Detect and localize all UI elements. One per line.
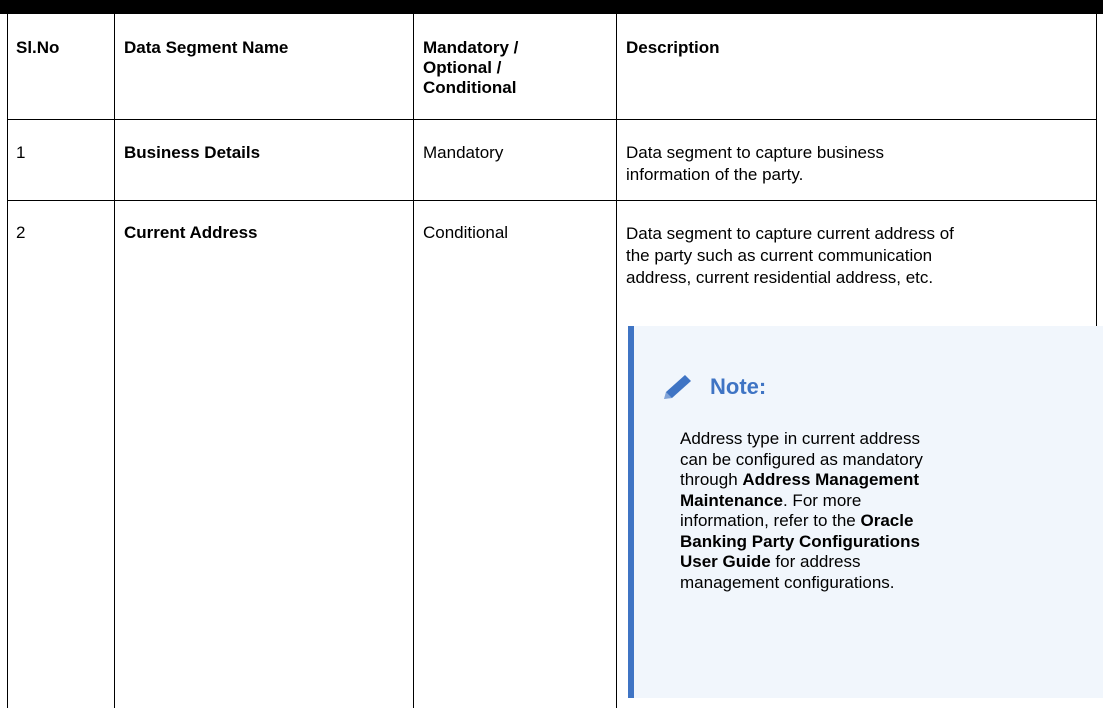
- pencil-icon: [664, 375, 691, 399]
- row1-description-line: Data segment to capture business: [626, 143, 884, 162]
- table-top-border: [0, 0, 1103, 14]
- row2-mandatory: Conditional: [423, 223, 509, 242]
- header-mandatory-line: Mandatory /: [423, 38, 519, 57]
- note-body: Address type in current address can be c…: [680, 429, 1080, 593]
- note-text: . For more: [782, 490, 862, 510]
- header-description: Description: [626, 38, 720, 57]
- row1-description-line: information of the party.: [626, 165, 804, 184]
- grid-line: [7, 119, 1096, 120]
- note-text: can be configured as mandatory: [680, 449, 923, 469]
- note-text: information, refer to the: [680, 511, 861, 530]
- row2-description: Data segment to capture current address …: [626, 223, 954, 289]
- note-bold-text: Oracle: [860, 511, 914, 530]
- note-text: through: [680, 470, 743, 489]
- row2-description-line: the party such as current communication: [626, 246, 933, 265]
- header-mandatory-line: Optional /: [423, 58, 502, 77]
- note-text: for address: [770, 552, 861, 571]
- row1-description: Data segment to capture business informa…: [626, 143, 884, 185]
- note-bold-text: Maintenance: [680, 490, 783, 510]
- note-bold-text: Banking Party Configurations: [680, 531, 920, 551]
- note-text: Address type in current address: [680, 429, 921, 448]
- header-slno: Sl.No: [16, 38, 60, 57]
- grid-line: [7, 200, 1096, 201]
- row1-slno: 1: [16, 143, 26, 162]
- note-text: management configurations.: [680, 572, 895, 592]
- note-bold-text: User Guide: [680, 552, 771, 571]
- row2-description-line: address, current residential address, et…: [626, 268, 934, 287]
- row2-slno: 2: [16, 223, 26, 242]
- row2-segment-name: Current Address: [124, 223, 258, 242]
- note-title: Note:: [710, 374, 767, 399]
- note-bold-text: Address Management: [742, 470, 920, 489]
- grid-line: [1096, 14, 1097, 327]
- row1-mandatory: Mandatory: [423, 143, 504, 162]
- header-segment-name: Data Segment Name: [124, 38, 289, 57]
- header-mandatory: Mandatory / Optional / Conditional: [423, 38, 518, 98]
- row1-segment-name: Business Details: [124, 143, 261, 162]
- row2-description-line: Data segment to capture current address …: [626, 224, 954, 243]
- header-mandatory-line: Conditional: [423, 78, 517, 97]
